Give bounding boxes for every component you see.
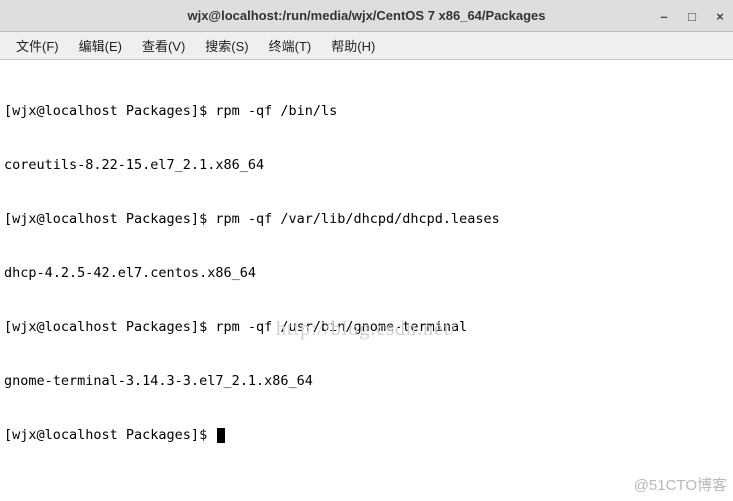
menu-help[interactable]: 帮助(H) [321, 33, 385, 58]
terminal-line: [wjx@localhost Packages]$ rpm -qf /var/l… [4, 210, 729, 228]
menubar: 文件(F) 编辑(E) 查看(V) 搜索(S) 终端(T) 帮助(H) [0, 32, 733, 60]
menu-terminal[interactable]: 终端(T) [259, 33, 322, 58]
terminal-prompt-line: [wjx@localhost Packages]$ [4, 426, 729, 444]
menu-search[interactable]: 搜索(S) [195, 33, 258, 58]
terminal-line: [wjx@localhost Packages]$ rpm -qf /bin/l… [4, 102, 729, 120]
menu-file[interactable]: 文件(F) [6, 33, 69, 58]
window-title: wjx@localhost:/run/media/wjx/CentOS 7 x8… [0, 8, 733, 23]
cursor-icon [217, 428, 225, 443]
terminal-line: [wjx@localhost Packages]$ rpm -qf /usr/b… [4, 318, 729, 336]
minimize-button[interactable]: – [657, 9, 671, 23]
terminal-area[interactable]: [wjx@localhost Packages]$ rpm -qf /bin/l… [0, 60, 733, 501]
terminal-line: dhcp-4.2.5-42.el7.centos.x86_64 [4, 264, 729, 282]
terminal-line: gnome-terminal-3.14.3-3.el7_2.1.x86_64 [4, 372, 729, 390]
window-controls: – □ × [657, 0, 727, 32]
terminal-line: coreutils-8.22-15.el7_2.1.x86_64 [4, 156, 729, 174]
menu-edit[interactable]: 编辑(E) [69, 33, 132, 58]
maximize-button[interactable]: □ [685, 9, 699, 23]
close-button[interactable]: × [713, 9, 727, 23]
terminal-prompt: [wjx@localhost Packages]$ [4, 427, 215, 443]
menu-view[interactable]: 查看(V) [132, 33, 195, 58]
titlebar: wjx@localhost:/run/media/wjx/CentOS 7 x8… [0, 0, 733, 32]
